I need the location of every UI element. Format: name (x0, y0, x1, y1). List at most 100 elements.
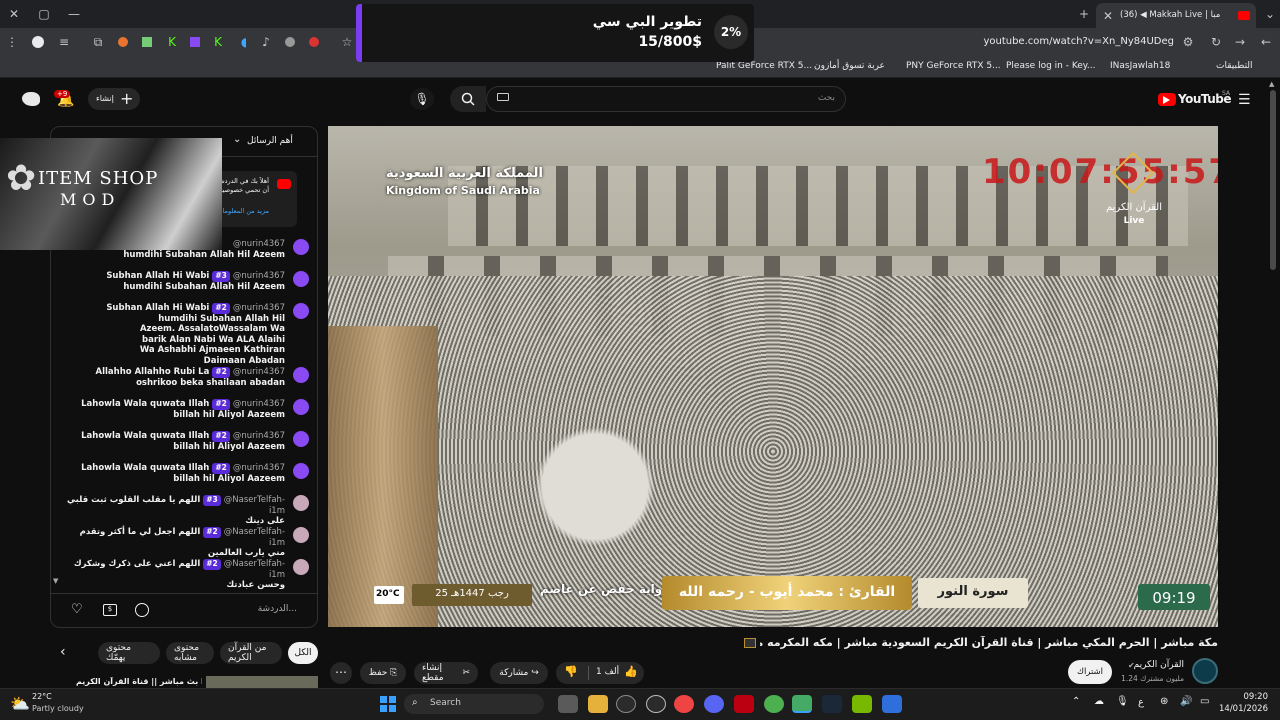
clock-time[interactable]: 09:20 (1222, 692, 1269, 702)
avatar[interactable] (22, 92, 40, 106)
chat-author[interactable]: @nurin4367 (233, 463, 285, 473)
bookmark-inasjawlah[interactable]: INasJawlah18 (1110, 61, 1170, 71)
more-actions-button[interactable]: ⋯ (330, 662, 352, 684)
start-button[interactable] (380, 696, 396, 712)
network-icon[interactable]: ☁ (1094, 696, 1104, 707)
channel-avatar[interactable] (1192, 658, 1218, 684)
dislike-button[interactable]: 👎 (564, 665, 578, 678)
emoji-icon[interactable] (135, 603, 149, 617)
hamburger-menu-icon[interactable]: ☰ (1238, 92, 1251, 108)
scroll-down-icon[interactable]: ▼ (53, 577, 58, 585)
extension-grey-icon[interactable] (285, 37, 295, 47)
chat-author[interactable]: @nurin4367 (233, 431, 285, 441)
address-bar[interactable]: youtube.com/watch?v=Xn_Ny84UDeg (960, 36, 1174, 47)
bookmark-apps[interactable]: التطبيقات (1216, 61, 1253, 71)
create-button[interactable]: إنشاء + (88, 88, 140, 110)
chat-avatar[interactable] (293, 463, 309, 479)
microphone-tray-icon[interactable]: 🎙 (1116, 696, 1129, 707)
forward-icon[interactable]: → (1232, 34, 1248, 50)
maximize-icon[interactable]: ▢ (36, 6, 52, 22)
app-red-icon[interactable] (734, 695, 754, 713)
show-hidden-icons[interactable]: ⌃ (1072, 696, 1080, 707)
weather-widget[interactable]: ⛅ 22°C Partly cloudy (10, 692, 100, 716)
tab-close-icon[interactable]: ✕ (1100, 8, 1116, 24)
task-view-icon[interactable] (558, 695, 578, 713)
bookmark-palit[interactable]: Palit GeForce RTX 5... (716, 61, 812, 71)
heart-icon[interactable]: ♡ (71, 602, 83, 617)
chrome-alt-icon[interactable] (764, 695, 784, 713)
nvidia-icon[interactable] (852, 695, 872, 713)
chat-avatar[interactable] (293, 527, 309, 543)
back-icon[interactable]: ← (1258, 34, 1274, 50)
browser-active-icon[interactable] (792, 695, 812, 713)
kick-icon[interactable]: K (164, 34, 180, 50)
extension-red-icon[interactable] (309, 37, 319, 47)
site-settings-icon[interactable]: ⚙ (1180, 34, 1196, 50)
bookmark-login[interactable]: Please log in - Key... (1006, 61, 1095, 71)
clip-button[interactable]: إنشاء مقطع ✂ (414, 662, 478, 684)
super-chat-icon[interactable]: $ (103, 604, 117, 616)
reload-icon[interactable]: ↻ (1208, 34, 1224, 50)
chat-avatar[interactable] (293, 239, 309, 255)
chat-avatar[interactable] (293, 271, 309, 287)
chip-all[interactable]: الكل (288, 642, 318, 664)
wifi-icon[interactable]: ⊛ (1160, 696, 1168, 707)
chat-avatar[interactable] (293, 303, 309, 319)
kick-alt-icon[interactable]: K (210, 34, 226, 50)
chat-author[interactable]: @nurin4367 (233, 271, 285, 281)
chip-quran[interactable]: من القرآن الكريم (220, 642, 282, 664)
steam-icon[interactable] (822, 695, 842, 713)
chat-input[interactable]: الدردشة... (163, 604, 297, 614)
voice-search-button[interactable]: 🎙 (410, 88, 434, 110)
taskbar-search[interactable]: ⌕ Search (404, 694, 544, 714)
page-scrollbar[interactable] (1270, 90, 1276, 270)
file-explorer-icon[interactable] (588, 695, 608, 713)
save-button[interactable]: حفظ ⎘ (360, 662, 406, 684)
chevron-down-icon[interactable]: ⌄ (233, 134, 241, 145)
chat-mode-selector[interactable]: أهم الرسائل (247, 136, 293, 146)
clock-date[interactable]: 14/01/2026 (1214, 704, 1268, 714)
chat-avatar[interactable] (293, 367, 309, 383)
chip-foryou[interactable]: محتوى يهمّك (98, 642, 160, 664)
volume-icon[interactable]: 🔊 (1180, 696, 1192, 707)
extension-green-icon[interactable] (142, 37, 152, 47)
bookmark-amazon[interactable]: عربة تسوق أمازون (814, 61, 885, 71)
chat-author[interactable]: @NaserTelfah-i1m (224, 495, 285, 516)
chip-similar[interactable]: محتوى مشابه (166, 642, 214, 664)
bookmark-pny[interactable]: PNY GeForce RTX 5... (906, 61, 1001, 71)
related-video[interactable]: بث مباشر || قناة القرآن الكريم Makkah (50, 676, 318, 688)
chat-author[interactable]: @nurin4367 (233, 367, 285, 377)
chip-prev-icon[interactable]: ‹ (60, 644, 66, 660)
menu-dots-icon[interactable]: ⋮ (4, 34, 20, 50)
chat-author[interactable]: @NaserTelfah-i1m (224, 527, 285, 548)
discord-icon[interactable] (704, 695, 724, 713)
battery-icon[interactable]: ▭ (1200, 696, 1209, 707)
subscribe-button[interactable]: اشتراك (1068, 660, 1112, 684)
settings-icon[interactable] (646, 695, 666, 713)
chat-author[interactable]: @nurin4367 (233, 239, 285, 249)
chat-avatar[interactable] (293, 399, 309, 415)
speaker-icon[interactable]: ♪ (258, 34, 274, 50)
active-tab[interactable]: ✕ (36) ◀ Makkah Live | مبا (1096, 3, 1256, 28)
twitch-icon[interactable] (190, 37, 200, 47)
audio-icon[interactable]: ◖ (236, 34, 252, 50)
chat-avatar[interactable] (293, 495, 309, 511)
bookmark-star-icon[interactable]: ☆ (339, 34, 355, 50)
tab-search-icon[interactable]: ⌄ (1262, 6, 1278, 22)
profile-icon[interactable] (32, 36, 44, 48)
chat-author[interactable]: @NaserTelfah-i1m (224, 559, 285, 580)
chat-avatar[interactable] (293, 431, 309, 447)
search-input[interactable]: بحث (486, 86, 846, 112)
chrome-icon[interactable] (674, 695, 694, 713)
minimize-icon[interactable]: — (66, 6, 82, 22)
share-button[interactable]: مشاركة ↪ (490, 662, 548, 684)
chat-avatar[interactable] (293, 559, 309, 575)
app-blue-icon[interactable] (882, 695, 902, 713)
video-player[interactable]: المملكة العربية السعودية Kingdom of Saud… (328, 126, 1218, 627)
keyboard-icon[interactable] (497, 93, 509, 101)
language-indicator[interactable]: ع (1138, 697, 1144, 708)
chat-author[interactable]: @nurin4367 (233, 399, 285, 409)
extension-orange-icon[interactable] (118, 37, 128, 47)
app-icon[interactable] (616, 695, 636, 713)
extension-icon[interactable]: ≡ (56, 34, 72, 50)
